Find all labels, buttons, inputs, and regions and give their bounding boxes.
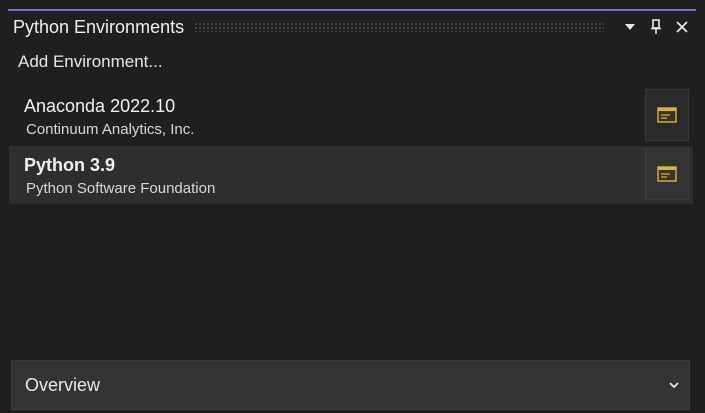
drag-grip[interactable] xyxy=(194,22,604,32)
close-icon[interactable] xyxy=(672,17,692,37)
environment-name: Python 3.9 xyxy=(24,155,116,175)
environment-vendor: Continuum Analytics, Inc. xyxy=(26,121,195,138)
console-icon xyxy=(657,107,677,123)
window-title: Python Environments xyxy=(13,16,185,37)
dropdown-icon[interactable] xyxy=(620,17,640,37)
environment-item-anaconda[interactable]: Anaconda 2022.10 Continuum Analytics, In… xyxy=(9,87,693,145)
overview-label: Overview xyxy=(25,374,101,395)
overview-dropdown[interactable]: Overview xyxy=(11,360,690,410)
pin-icon[interactable] xyxy=(646,17,666,37)
chevron-down-icon xyxy=(669,381,679,389)
add-environment-link[interactable]: Add Environment... xyxy=(18,52,163,72)
environment-vendor: Python Software Foundation xyxy=(26,180,216,197)
tool-window-titlebar[interactable]: Python Environments xyxy=(8,11,696,43)
environment-name: Anaconda 2022.10 xyxy=(24,96,176,116)
python-environments-panel: Python Environments Add Environment... A… xyxy=(0,0,705,413)
console-icon xyxy=(657,166,677,182)
open-console-button[interactable] xyxy=(645,89,689,141)
environment-item-python39[interactable]: Python 3.9 Python Software Foundation xyxy=(9,146,693,204)
open-console-button[interactable] xyxy=(645,148,689,200)
